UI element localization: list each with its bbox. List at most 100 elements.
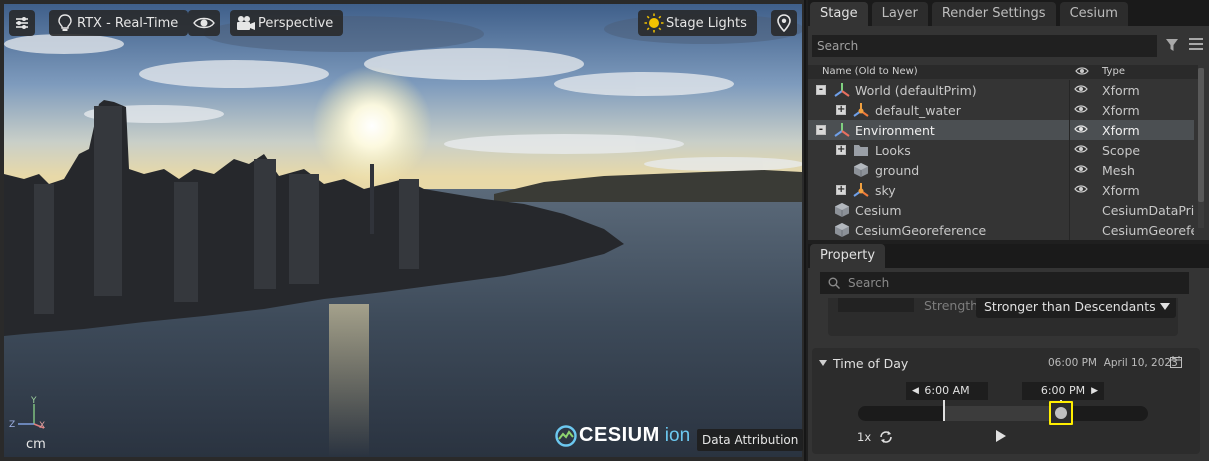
calendar-icon[interactable] (1170, 356, 1182, 368)
render-mode-button[interactable]: RTX - Real-Time (49, 10, 189, 36)
stage-row-cesium-georeference[interactable]: CesiumGeoreference CesiumGeoreference (808, 220, 1194, 240)
strength-preview (838, 298, 914, 312)
viewport-scene[interactable] (4, 4, 802, 457)
column-name-header[interactable]: Name (Old to New) (822, 66, 918, 77)
axis-z-label: Z (9, 420, 15, 430)
row-name: CesiumGeoreference (855, 223, 987, 238)
expand-toggle[interactable]: + (836, 185, 846, 195)
strength-dropdown-value: Stronger than Descendants (984, 299, 1156, 314)
column-type-header[interactable]: Type (1102, 66, 1125, 77)
end-time-field[interactable]: 6:00 PM ▶ (1022, 382, 1104, 400)
strength-row: Strength Stronger than Descendants (828, 298, 1178, 336)
stage-row-default-water[interactable]: + default_water Xform (808, 100, 1194, 120)
collapse-triangle-icon[interactable] (819, 360, 827, 367)
left-arrow-icon[interactable]: ◀ (912, 382, 919, 400)
current-date: April 10, 2023 (1103, 357, 1178, 369)
stage-search-input[interactable]: Search (812, 35, 1157, 57)
visibility-eye-icon[interactable] (1074, 103, 1088, 115)
mesh-cube-icon (854, 163, 868, 177)
menu-icon[interactable] (1189, 38, 1203, 50)
row-type: Mesh (1102, 163, 1135, 178)
row-type: Scope (1102, 143, 1141, 158)
axis-gizmo: Y Z X (9, 396, 45, 431)
cesium-logo-suffix: ion (664, 424, 691, 446)
stage-lights-label: Stage Lights (666, 15, 747, 31)
time-range (945, 406, 1061, 421)
tab-render-settings[interactable]: Render Settings (931, 2, 1056, 26)
tab-cesium[interactable]: Cesium (1059, 2, 1128, 26)
row-name: World (defaultPrim) (855, 83, 977, 98)
collapse-toggle[interactable]: - (816, 125, 826, 135)
current-datetime: 06:00 PM April 10, 2023 (1048, 357, 1178, 369)
stage-row-sky[interactable]: + sky Xform (808, 180, 1194, 200)
camera-button[interactable]: Perspective (230, 10, 344, 36)
loop-icon[interactable] (879, 430, 893, 444)
play-icon[interactable] (995, 429, 1007, 443)
property-panel: Search Strength Stronger than Descendant… (808, 268, 1209, 461)
filter-icon[interactable] (1165, 38, 1179, 52)
xform-orange-icon (853, 103, 869, 117)
location-button[interactable] (771, 10, 797, 36)
stage-scrollbar-thumb[interactable] (1198, 68, 1204, 202)
camera-icon (237, 16, 255, 30)
time-of-day-title[interactable]: Time of Day (833, 356, 908, 371)
property-search-input[interactable]: Search (820, 272, 1189, 294)
settings-button[interactable] (9, 10, 35, 36)
playback-speed[interactable]: 1x (857, 430, 871, 444)
visibility-eye-icon[interactable] (1074, 123, 1088, 135)
row-type: CesiumDataPrim (1102, 203, 1194, 218)
row-name: Looks (875, 143, 911, 158)
right-arrow-icon[interactable]: ▶ (1091, 382, 1098, 400)
row-name: default_water (875, 103, 961, 118)
folder-icon (854, 145, 868, 156)
eye-icon (1075, 67, 1089, 75)
eye-icon (193, 17, 215, 29)
current-time-handle[interactable] (1049, 401, 1073, 425)
column-separator (1069, 80, 1070, 240)
stage-panel: Search Name (Old to New) Type - World (d… (808, 26, 1209, 240)
column-visibility-header[interactable] (1075, 66, 1089, 79)
stage-row-cesium[interactable]: Cesium CesiumDataPrim (808, 200, 1194, 220)
row-type: Xform (1102, 103, 1140, 118)
expand-toggle[interactable]: + (836, 145, 846, 155)
data-attribution-button[interactable]: Data Attribution (697, 429, 804, 451)
strength-dropdown[interactable]: Stronger than Descendants (976, 298, 1176, 318)
row-name: Environment (855, 123, 935, 138)
visibility-eye-icon[interactable] (1074, 143, 1088, 155)
search-icon (828, 277, 840, 289)
start-time-field[interactable]: ◀ 6:00 AM (906, 382, 988, 400)
visibility-eye-icon[interactable] (1074, 163, 1088, 175)
settings-sliders-icon (16, 17, 28, 29)
visibility-eye-icon[interactable] (1074, 183, 1088, 195)
current-time-knob[interactable] (1055, 407, 1067, 419)
xform-orange-icon (853, 183, 869, 197)
visibility-button[interactable] (188, 10, 220, 36)
time-of-day-section: Time of Day 06:00 PM April 10, 2023 ◀ 6:… (812, 348, 1200, 454)
stage-column-header: Name (Old to New) Type (808, 65, 1198, 79)
camera-label: Perspective (258, 15, 334, 31)
axis-y-label: Y (30, 396, 37, 406)
row-type: Xform (1102, 183, 1140, 198)
stage-row-world[interactable]: - World (defaultPrim) Xform (808, 80, 1194, 100)
stage-scrollbar[interactable] (1198, 68, 1204, 228)
stage-row-looks[interactable]: + Looks Scope (808, 140, 1194, 160)
sun-icon (644, 13, 664, 33)
start-time-value: 6:00 AM (924, 384, 970, 397)
tab-layer[interactable]: Layer (871, 2, 928, 26)
stage-lights-button[interactable]: Stage Lights (638, 10, 757, 36)
row-type: CesiumGeoreference (1102, 223, 1194, 238)
stage-row-ground[interactable]: ground Mesh (808, 160, 1194, 180)
xform-axes-icon (834, 83, 850, 97)
collapse-toggle[interactable]: - (816, 85, 826, 95)
row-name: ground (875, 163, 920, 178)
start-time-marker[interactable] (943, 400, 945, 421)
viewport[interactable]: RTX - Real-Time Perspective Stage Lights… (0, 0, 806, 461)
tab-stage[interactable]: Stage (810, 2, 868, 26)
tab-property[interactable]: Property (810, 244, 886, 268)
expand-toggle[interactable]: + (836, 105, 846, 115)
cesium-logo-icon (555, 424, 577, 447)
visibility-eye-icon[interactable] (1074, 83, 1088, 95)
render-mode-label: RTX - Real-Time (77, 15, 179, 31)
stage-row-environment[interactable]: - Environment Xform (808, 120, 1194, 140)
time-slider[interactable] (858, 400, 1148, 425)
